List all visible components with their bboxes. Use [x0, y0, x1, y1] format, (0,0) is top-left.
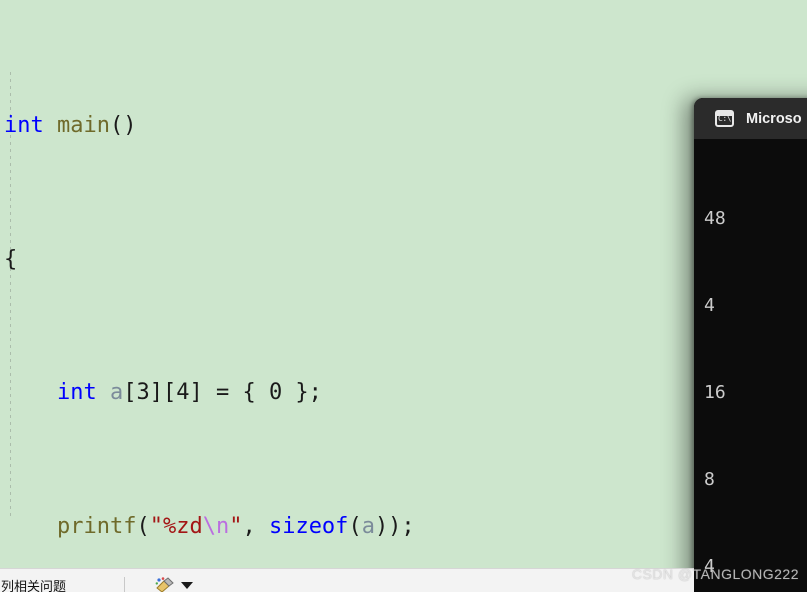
- token-sizeof: sizeof: [268, 514, 349, 540]
- chevron-down-icon[interactable]: [181, 582, 194, 589]
- token-punc: ,: [242, 514, 269, 540]
- code-line[interactable]: printf("%zd\n", sizeof(a));: [4, 510, 560, 543]
- cmd-prompt-glyph: C:\: [718, 114, 731, 123]
- token-punc: };: [282, 380, 322, 406]
- token-brace-open: {: [4, 246, 18, 272]
- token-string: "%zd: [149, 514, 203, 540]
- token-punc: [3][4] = {: [123, 380, 269, 406]
- code-content[interactable]: int main() { int a[3][4] = { 0 }; printf…: [0, 0, 560, 568]
- token-number: 0: [268, 380, 283, 406]
- format-brush-icon[interactable]: [155, 576, 175, 592]
- console-output-line: 8: [704, 469, 715, 490]
- toolbar-separator: [124, 577, 126, 592]
- console-output[interactable]: 48 4 16 8 4 8 16 8 16 16 16 D:\程序及 按任意键关: [694, 139, 807, 592]
- cmd-console-icon: C:\: [715, 110, 734, 127]
- debug-console-window[interactable]: C:\ Microso 48 4 16 8 4 8 16 8 16 16 16 …: [694, 98, 807, 592]
- token-function-printf: printf: [56, 514, 137, 540]
- console-titlebar[interactable]: C:\ Microso: [694, 98, 807, 139]
- token-punc: (: [136, 514, 150, 540]
- code-editor[interactable]: int main() { int a[3][4] = { 0 }; printf…: [0, 0, 807, 568]
- code-line[interactable]: int main(): [4, 109, 560, 142]
- token-punc: (): [109, 113, 137, 139]
- bottom-toolbar-label: 列相关问题: [1, 580, 67, 592]
- console-output-line: 4: [704, 295, 715, 316]
- token-function-main: main: [57, 113, 110, 139]
- token-punc: ));: [374, 514, 415, 540]
- screenshot-root: int main() { int a[3][4] = { 0 }; printf…: [0, 0, 807, 592]
- console-title: Microso: [746, 110, 802, 127]
- token-keyword: int: [4, 113, 44, 139]
- console-output-line: 16: [704, 382, 726, 403]
- code-line[interactable]: int a[3][4] = { 0 };: [4, 376, 560, 409]
- token-keyword: int: [56, 380, 97, 406]
- token-identifier: a: [361, 514, 375, 540]
- bottom-toolbar[interactable]: 列相关问题: [0, 568, 694, 592]
- code-line[interactable]: {: [4, 243, 560, 276]
- token-punc: (: [348, 514, 362, 540]
- token-string-end: ": [229, 514, 243, 540]
- console-output-line: 48: [704, 208, 726, 229]
- token-escape: \n: [202, 514, 230, 540]
- token-identifier: a: [109, 380, 124, 406]
- console-output-line: 4: [704, 556, 715, 577]
